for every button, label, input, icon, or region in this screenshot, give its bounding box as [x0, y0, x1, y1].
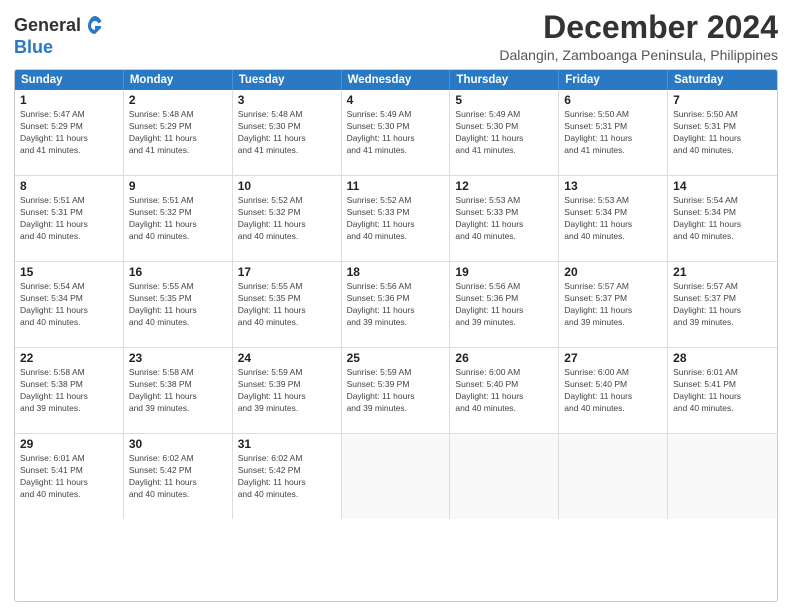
day-23: 23 Sunrise: 5:58 AMSunset: 5:38 PMDaylig… — [124, 348, 233, 433]
empty-cell-4 — [668, 434, 777, 519]
day-11: 11 Sunrise: 5:52 AMSunset: 5:33 PMDaylig… — [342, 176, 451, 261]
calendar-row-3: 15 Sunrise: 5:54 AMSunset: 5:34 PMDaylig… — [15, 261, 777, 347]
day-27: 27 Sunrise: 6:00 AMSunset: 5:40 PMDaylig… — [559, 348, 668, 433]
calendar-page: General Blue December 2024 Dalangin, Zam… — [0, 0, 792, 612]
calendar-row-4: 22 Sunrise: 5:58 AMSunset: 5:38 PMDaylig… — [15, 347, 777, 433]
calendar-row-5: 29 Sunrise: 6:01 AMSunset: 5:41 PMDaylig… — [15, 433, 777, 519]
header-sunday: Sunday — [15, 70, 124, 90]
header-thursday: Thursday — [450, 70, 559, 90]
header-monday: Monday — [124, 70, 233, 90]
logo: General Blue — [14, 14, 107, 58]
day-20: 20 Sunrise: 5:57 AMSunset: 5:37 PMDaylig… — [559, 262, 668, 347]
header-tuesday: Tuesday — [233, 70, 342, 90]
day-22: 22 Sunrise: 5:58 AMSunset: 5:38 PMDaylig… — [15, 348, 124, 433]
calendar: Sunday Monday Tuesday Wednesday Thursday… — [14, 69, 778, 602]
header-saturday: Saturday — [668, 70, 777, 90]
day-12: 12 Sunrise: 5:53 AMSunset: 5:33 PMDaylig… — [450, 176, 559, 261]
empty-cell-2 — [450, 434, 559, 519]
day-8: 8 Sunrise: 5:51 AMSunset: 5:31 PMDayligh… — [15, 176, 124, 261]
day-7: 7 Sunrise: 5:50 AMSunset: 5:31 PMDayligh… — [668, 90, 777, 175]
day-6: 6 Sunrise: 5:50 AMSunset: 5:31 PMDayligh… — [559, 90, 668, 175]
day-3: 3 Sunrise: 5:48 AMSunset: 5:30 PMDayligh… — [233, 90, 342, 175]
day-18: 18 Sunrise: 5:56 AMSunset: 5:36 PMDaylig… — [342, 262, 451, 347]
logo-blue: Blue — [14, 37, 53, 57]
day-4: 4 Sunrise: 5:49 AMSunset: 5:30 PMDayligh… — [342, 90, 451, 175]
day-30: 30 Sunrise: 6:02 AMSunset: 5:42 PMDaylig… — [124, 434, 233, 519]
day-16: 16 Sunrise: 5:55 AMSunset: 5:35 PMDaylig… — [124, 262, 233, 347]
month-title: December 2024 — [499, 10, 778, 45]
day-31: 31 Sunrise: 6:02 AMSunset: 5:42 PMDaylig… — [233, 434, 342, 519]
day-24: 24 Sunrise: 5:59 AMSunset: 5:39 PMDaylig… — [233, 348, 342, 433]
calendar-header: Sunday Monday Tuesday Wednesday Thursday… — [15, 70, 777, 90]
day-14: 14 Sunrise: 5:54 AMSunset: 5:34 PMDaylig… — [668, 176, 777, 261]
calendar-body: 1 Sunrise: 5:47 AMSunset: 5:29 PMDayligh… — [15, 90, 777, 519]
header-wednesday: Wednesday — [342, 70, 451, 90]
location-title: Dalangin, Zamboanga Peninsula, Philippin… — [499, 47, 778, 63]
day-1: 1 Sunrise: 5:47 AMSunset: 5:29 PMDayligh… — [15, 90, 124, 175]
empty-cell-3 — [559, 434, 668, 519]
day-2: 2 Sunrise: 5:48 AMSunset: 5:29 PMDayligh… — [124, 90, 233, 175]
day-15: 15 Sunrise: 5:54 AMSunset: 5:34 PMDaylig… — [15, 262, 124, 347]
day-26: 26 Sunrise: 6:00 AMSunset: 5:40 PMDaylig… — [450, 348, 559, 433]
day-21: 21 Sunrise: 5:57 AMSunset: 5:37 PMDaylig… — [668, 262, 777, 347]
day-9: 9 Sunrise: 5:51 AMSunset: 5:32 PMDayligh… — [124, 176, 233, 261]
day-10: 10 Sunrise: 5:52 AMSunset: 5:32 PMDaylig… — [233, 176, 342, 261]
calendar-row-1: 1 Sunrise: 5:47 AMSunset: 5:29 PMDayligh… — [15, 90, 777, 175]
page-header: General Blue December 2024 Dalangin, Zam… — [14, 10, 778, 63]
header-friday: Friday — [559, 70, 668, 90]
day-28: 28 Sunrise: 6:01 AMSunset: 5:41 PMDaylig… — [668, 348, 777, 433]
day-13: 13 Sunrise: 5:53 AMSunset: 5:34 PMDaylig… — [559, 176, 668, 261]
title-block: December 2024 Dalangin, Zamboanga Penins… — [499, 10, 778, 63]
logo-general: General — [14, 16, 81, 36]
day-29: 29 Sunrise: 6:01 AMSunset: 5:41 PMDaylig… — [15, 434, 124, 519]
day-19: 19 Sunrise: 5:56 AMSunset: 5:36 PMDaylig… — [450, 262, 559, 347]
logo-icon — [83, 14, 107, 38]
day-5: 5 Sunrise: 5:49 AMSunset: 5:30 PMDayligh… — [450, 90, 559, 175]
calendar-row-2: 8 Sunrise: 5:51 AMSunset: 5:31 PMDayligh… — [15, 175, 777, 261]
day-17: 17 Sunrise: 5:55 AMSunset: 5:35 PMDaylig… — [233, 262, 342, 347]
day-25: 25 Sunrise: 5:59 AMSunset: 5:39 PMDaylig… — [342, 348, 451, 433]
empty-cell-1 — [342, 434, 451, 519]
